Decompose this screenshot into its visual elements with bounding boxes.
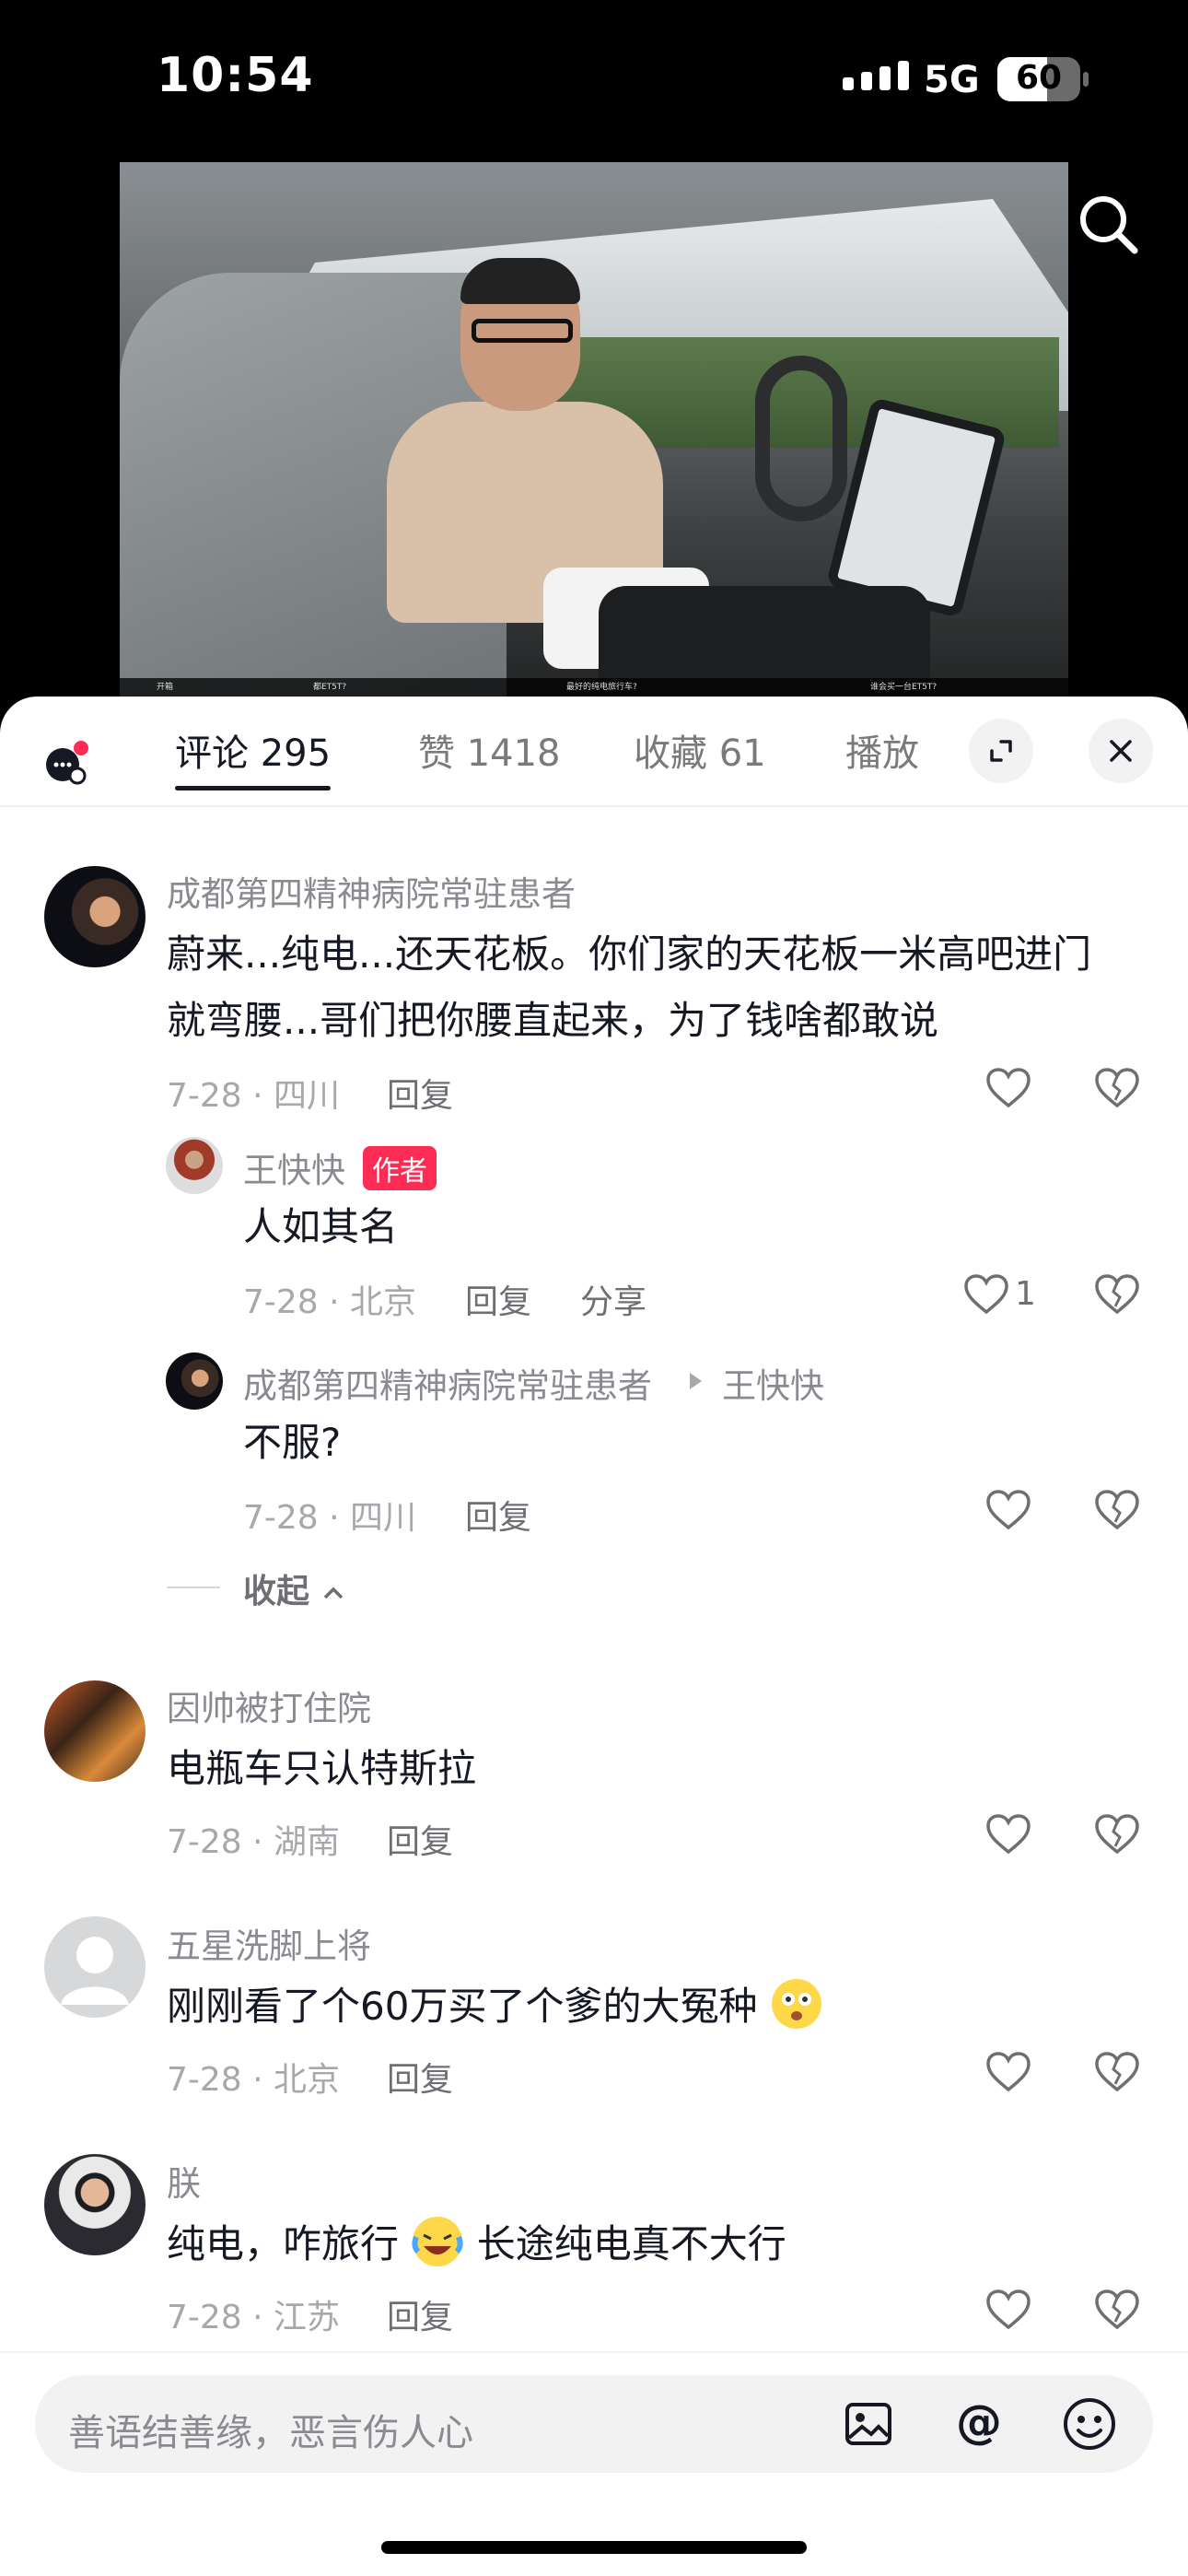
comment-meta: 7-28 · 湖南 [167, 1823, 341, 1861]
reply-button[interactable]: 回复 [387, 2290, 453, 2338]
reply-meta: 7-28 · 北京 [243, 1283, 417, 1321]
dislike-icon[interactable] [1094, 1813, 1140, 1856]
chapter-label[interactable]: 最好的纯电旅行车? [566, 680, 637, 692]
laughing-crying-emoji-icon [412, 2217, 463, 2266]
reply-button[interactable]: 回复 [465, 1275, 531, 1323]
chapter-label[interactable]: 谁会买一台ET5T? [870, 680, 937, 692]
svg-text:@: @ [956, 2395, 1002, 2449]
collapse-divider [167, 1587, 220, 1588]
share-button[interactable]: 分享 [580, 1275, 646, 1323]
reply-button[interactable]: 回复 [387, 1815, 453, 1863]
surprised-emoji-icon [771, 1979, 821, 2029]
comment-input[interactable]: 善语结善缘，恶言伤人心 @ [35, 2375, 1153, 2473]
comment-meta: 7-28 · 北京 [167, 2061, 341, 2099]
tab-likes[interactable]: 赞 1418 [418, 726, 561, 790]
chapter-label[interactable]: 开箱 [157, 680, 173, 692]
status-time: 10:54 [157, 48, 314, 103]
network-label: 5G [924, 59, 980, 101]
home-indicator[interactable] [381, 2541, 807, 2554]
chevron-up-icon [323, 1587, 343, 1599]
signal-icon [843, 61, 909, 90]
like-icon[interactable] [985, 2289, 1031, 2331]
video-chapter-bar[interactable]: 开箱 都ET5T? 最好的纯电旅行车? 谁会买一台ET5T? [120, 678, 1068, 697]
image-icon[interactable] [840, 2395, 897, 2453]
battery-icon: 60 [997, 57, 1080, 101]
tab-favorites[interactable]: 收藏 61 [634, 726, 766, 790]
like-icon[interactable] [985, 1489, 1031, 1531]
reply-text: 人如其名 [243, 1204, 399, 1249]
tab-label: 评论 295 [175, 732, 332, 775]
comment-text-span: 长途纯电真不大行 [476, 2221, 786, 2266]
tab-label: 播放 [845, 732, 919, 775]
avatar[interactable] [44, 1680, 146, 1782]
comment-username[interactable]: 朕 [167, 2156, 201, 2206]
dislike-icon[interactable] [1094, 1273, 1140, 1316]
avatar[interactable] [166, 1137, 223, 1194]
like-icon[interactable] [985, 1067, 1031, 1109]
comment-username[interactable]: 五星洗脚上将 [167, 1918, 371, 1968]
comment-text: 就弯腰...哥们把你腰直起来，为了钱啥都敢说 [167, 998, 939, 1043]
reply-button[interactable]: 回复 [387, 1069, 453, 1117]
dislike-icon[interactable] [1094, 1489, 1140, 1531]
collapse-label: 收起 [243, 1573, 310, 1610]
reply-arrow-icon [690, 1373, 702, 1389]
expand-button[interactable] [969, 719, 1033, 783]
tab-plays[interactable]: 播放 [845, 726, 919, 790]
dislike-icon[interactable] [1094, 2051, 1140, 2093]
like-icon[interactable] [985, 2051, 1031, 2093]
avatar[interactable] [44, 1916, 146, 2018]
dislike-icon[interactable] [1094, 1067, 1140, 1109]
tab-label: 赞 1418 [418, 732, 561, 775]
search-icon[interactable] [1072, 188, 1146, 262]
reply-username[interactable]: 成都第四精神病院常驻患者 [243, 1358, 652, 1408]
video-steering-wheel [755, 356, 847, 521]
reply-button[interactable]: 回复 [387, 2053, 453, 2101]
reply-username[interactable]: 王快快 [243, 1142, 345, 1192]
avatar[interactable] [166, 1352, 223, 1410]
dislike-icon[interactable] [1094, 2289, 1140, 2331]
reply-button[interactable]: 回复 [465, 1491, 531, 1539]
comment-meta: 7-28 · 江苏 [167, 2299, 341, 2336]
comment-meta: 7-28 · 四川 [167, 1077, 341, 1115]
reply-text: 不服? [243, 1420, 342, 1465]
avatar[interactable] [44, 866, 146, 967]
status-bar: 10:54 5G 60 [0, 0, 1188, 157]
comment-text: 电瓶车只认特斯拉 [167, 1746, 477, 1791]
video-player[interactable]: 开箱 都ET5T? 最好的纯电旅行车? 谁会买一台ET5T? [120, 162, 1068, 697]
tab-underline [175, 786, 332, 790]
default-avatar-icon [61, 1937, 129, 2005]
reply-meta: 7-28 · 四川 [243, 1499, 417, 1537]
reply-to-username[interactable]: 王快快 [722, 1358, 824, 1408]
chat-bubble-icon[interactable] [44, 741, 90, 787]
tab-comments[interactable]: 评论 295 [175, 726, 332, 790]
emoji-icon[interactable] [1061, 2395, 1118, 2453]
like-icon[interactable] [963, 1273, 1009, 1316]
battery-nub [1083, 72, 1089, 87]
author-badge: 作者 [363, 1146, 437, 1190]
comment-username[interactable]: 成都第四精神病院常驻患者 [167, 866, 576, 916]
battery-label: 60 [1015, 59, 1063, 97]
avatar[interactable] [44, 2154, 146, 2255]
expand-icon [990, 740, 1012, 762]
comment-text: 纯电，咋旅行 长途纯电真不大行 [167, 2211, 786, 2277]
tab-label: 收藏 61 [634, 732, 766, 775]
comment-text-span: 刚刚看了个60万买了个爹的大冤种 [167, 1984, 758, 2029]
like-count: 1 [1015, 1275, 1036, 1313]
mention-icon[interactable]: @ [950, 2395, 1007, 2453]
comment-username[interactable]: 因帅被打住院 [167, 1680, 371, 1730]
comment-text: 蔚来...纯电...还天花板。你们家的天花板一米高吧进门 [167, 931, 1092, 977]
comment-sheet: 评论 295 赞 1418 收藏 61 播放 成都第四精神病院常驻患者 蔚来..… [0, 697, 1188, 2576]
comment-tabs: 评论 295 赞 1418 收藏 61 播放 [0, 697, 1188, 807]
comment-input-placeholder: 善语结善缘，恶言伤人心 [68, 2412, 473, 2454]
close-icon [1110, 740, 1132, 762]
like-icon[interactable] [985, 1813, 1031, 1856]
collapse-button[interactable]: 收起 [243, 1564, 345, 1612]
close-button[interactable] [1089, 719, 1153, 783]
chapter-label[interactable]: 都ET5T? [313, 680, 346, 692]
comment-text: 刚刚看了个60万买了个爹的大冤种 [167, 1973, 823, 2040]
comment-text-span: 纯电，咋旅行 [167, 2221, 400, 2266]
